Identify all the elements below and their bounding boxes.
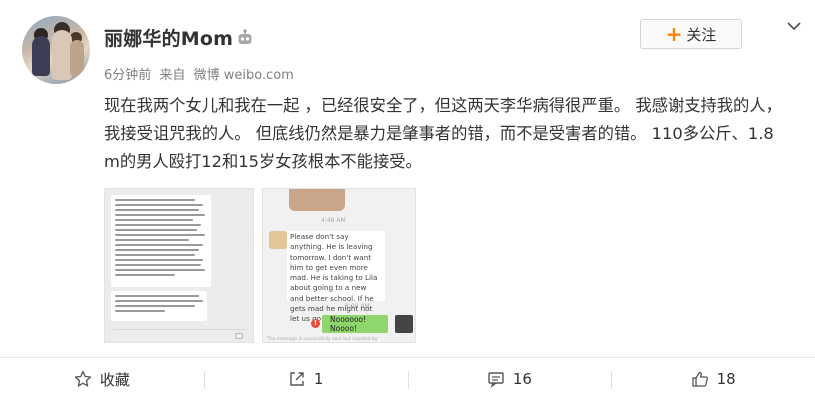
chat-reply: Noooooo! Noooo! [322,315,388,333]
image-thumbnail-1[interactable] [104,188,254,343]
favorite-label: 收藏 [99,370,130,389]
action-bar: 收藏 1 16 18 [0,358,815,400]
chat-time-1: 4:48 AM [321,217,346,224]
post-meta: 6分钟前 来自 微博 weibo.com [104,64,298,83]
follow-button[interactable]: + 关注 [640,19,742,49]
avatar[interactable] [22,16,90,84]
source-name[interactable]: 微博 weibo.com [194,68,294,83]
comment-count: 16 [512,370,532,388]
star-icon [74,370,92,387]
comment-icon [488,372,504,388]
username[interactable]: 丽娜华的Mom [104,24,233,51]
chat-footer: The message is successfully sent but rej… [267,337,378,342]
thumbs-up-icon [691,371,708,387]
chevron-down-icon[interactable] [784,16,804,36]
post-content: 现在我两个女儿和我在一起 ，已经很安全了，但这两天李华病得很严重。 我感谢支持我… [104,96,782,171]
like-count: 18 [716,370,736,388]
follow-label: 关注 [686,25,717,44]
post-time[interactable]: 6分钟前 [104,68,151,83]
error-icon: ! [311,319,320,328]
robot-badge-icon [238,29,252,44]
like-button[interactable]: 18 [611,358,815,400]
chat-message: Please don't say anything. He is leaving… [290,232,378,324]
favorite-button[interactable]: 收藏 [0,358,204,400]
plus-icon: + [665,22,683,46]
repost-count: 1 [313,370,324,388]
comment-button[interactable]: 16 [407,358,612,400]
repost-button[interactable]: 1 [203,358,408,400]
repost-icon [290,372,304,386]
source-prefix: 来自 [159,68,186,83]
